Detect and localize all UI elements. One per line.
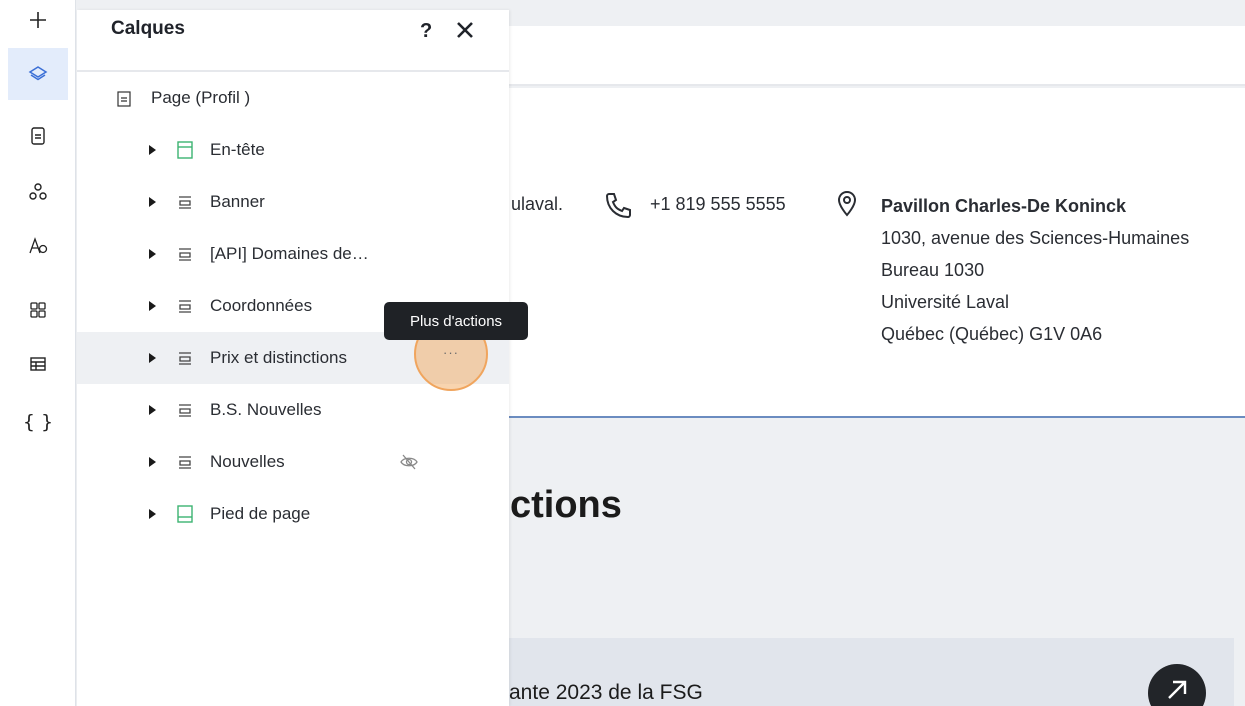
- canvas-top-strip: [509, 26, 1245, 86]
- footer-section-icon: [177, 505, 193, 523]
- plus-icon[interactable]: [8, 0, 68, 46]
- arrow-up-right-icon: [1168, 680, 1187, 699]
- help-button[interactable]: ?: [420, 20, 432, 43]
- layer-pied-de-page[interactable]: Pied de page: [77, 488, 509, 540]
- layers-panel: Calques ? Page (Profil ) En-tête Banner: [77, 10, 528, 706]
- address-line1: 1030, avenue des Sciences-Humaines: [881, 228, 1190, 248]
- address-line2: Bureau 1030: [881, 260, 985, 280]
- section-icon: [177, 349, 193, 367]
- expand-caret-icon[interactable]: [149, 301, 156, 311]
- layer-label: [API] Domaines de…: [210, 244, 369, 263]
- eye-hidden-icon[interactable]: [399, 453, 419, 471]
- layers-icon[interactable]: [8, 48, 68, 100]
- tree-root-page[interactable]: Page (Profil ): [77, 72, 509, 124]
- table-icon[interactable]: [8, 338, 68, 390]
- phone-icon: [603, 190, 633, 220]
- section-icon: [177, 453, 193, 471]
- close-icon[interactable]: [453, 18, 477, 42]
- expand-caret-icon[interactable]: [149, 145, 156, 155]
- page-icon[interactable]: [8, 110, 68, 162]
- address-line3: Université Laval: [881, 292, 1010, 312]
- layer-label: Pied de page: [210, 504, 311, 523]
- left-icon-rail: { }: [0, 0, 76, 706]
- header-section-icon: [177, 141, 193, 159]
- expand-caret-icon[interactable]: [149, 353, 156, 363]
- layer-en-tete[interactable]: En-tête: [77, 124, 509, 176]
- code-braces-glyph: { }: [22, 411, 54, 433]
- panel-title: Calques: [111, 18, 185, 39]
- address-line4: Québec (Québec) G1V 0A6: [881, 324, 1103, 344]
- phone-number: +1 819 555 5555: [650, 194, 786, 214]
- code-braces-icon[interactable]: { }: [8, 396, 68, 448]
- page-icon: [117, 91, 131, 107]
- layer-banner[interactable]: Banner: [77, 176, 509, 228]
- expand-caret-icon[interactable]: [149, 197, 156, 207]
- award-card-title: ante 2023 de la FSG: [509, 681, 703, 704]
- components-icon[interactable]: [8, 166, 68, 218]
- layer-label: Banner: [210, 192, 265, 211]
- layer-label: B.S. Nouvelles: [210, 400, 322, 419]
- layer-api-domaines[interactable]: [API] Domaines de…: [77, 228, 509, 280]
- layer-bs-nouvelles[interactable]: B.S. Nouvelles: [77, 384, 509, 436]
- address-block: Pavillon Charles-De Koninck 1030, avenue…: [881, 190, 1189, 350]
- expand-caret-icon[interactable]: [149, 457, 156, 467]
- layer-label: Coordonnées: [210, 296, 313, 315]
- panel-header: Calques ?: [77, 10, 509, 72]
- section-icon: [177, 297, 193, 315]
- layer-label: Prix et distinctions: [210, 348, 347, 367]
- section-icon: [177, 401, 193, 419]
- section-icon: [177, 245, 193, 263]
- layer-label: Nouvelles: [210, 452, 285, 471]
- section-title: ctions: [510, 484, 622, 526]
- tree-root-label: Page (Profil ): [151, 88, 251, 107]
- layer-label: En-tête: [210, 140, 265, 159]
- more-dots-icon[interactable]: ···: [443, 345, 459, 360]
- section-icon: [177, 193, 193, 211]
- expand-caret-icon[interactable]: [149, 509, 156, 519]
- address-name: Pavillon Charles-De Koninck: [881, 196, 1127, 216]
- more-actions-tooltip: Plus d'actions: [384, 302, 528, 340]
- email-text: ulaval.: [511, 194, 564, 214]
- font-icon[interactable]: [8, 220, 68, 272]
- apps-grid-icon[interactable]: [8, 284, 68, 336]
- location-pin-icon: [836, 190, 858, 218]
- expand-caret-icon[interactable]: [149, 249, 156, 259]
- layer-nouvelles[interactable]: Nouvelles: [77, 436, 509, 488]
- expand-caret-icon[interactable]: [149, 405, 156, 415]
